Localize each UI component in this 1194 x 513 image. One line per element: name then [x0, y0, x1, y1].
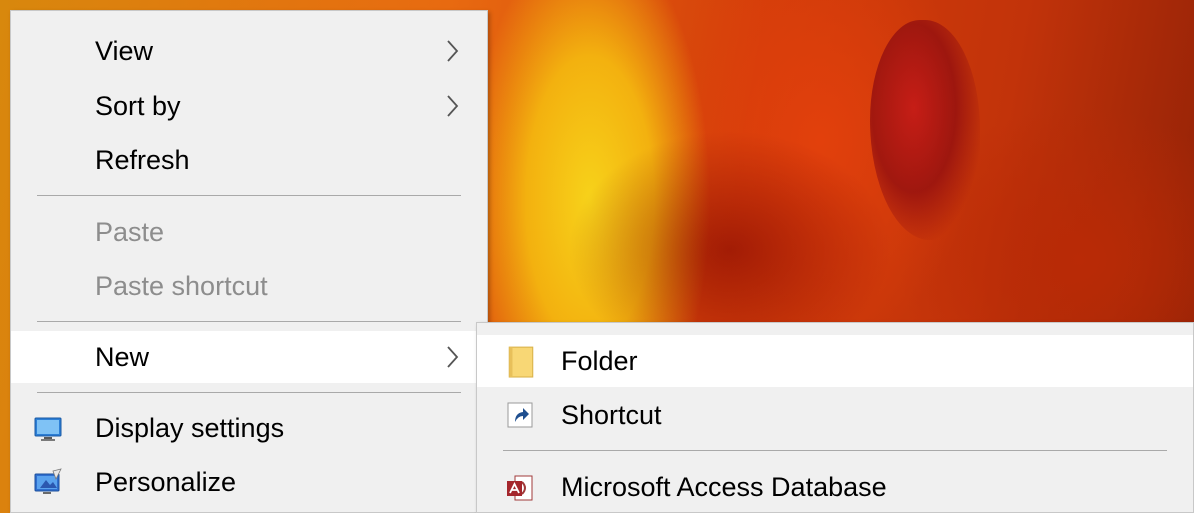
submenu-item-folder[interactable]: Folder [477, 335, 1193, 387]
shortcut-icon [507, 402, 533, 428]
submenu-item-shortcut[interactable]: Shortcut [477, 389, 1193, 441]
personalize-icon [34, 468, 62, 494]
menu-item-personalize[interactable]: Personalize [11, 456, 487, 508]
menu-item-display-settings[interactable]: Display settings [11, 402, 487, 454]
submenu-item-label: Shortcut [561, 400, 662, 430]
menu-item-label: Paste shortcut [95, 271, 268, 301]
new-submenu: Folder Shortcut Microsoft Access Databas… [476, 322, 1194, 513]
submenu-item-label: Microsoft Access Database [561, 472, 887, 502]
menu-item-label: Display settings [95, 413, 285, 443]
menu-item-new[interactable]: New [11, 331, 487, 383]
menu-item-sort-by[interactable]: Sort by [11, 80, 487, 132]
submenu-item-label: Folder [561, 346, 638, 376]
menu-item-view[interactable]: View [11, 25, 487, 77]
submenu-item-access-database[interactable]: Microsoft Access Database [477, 461, 1193, 513]
menu-item-label: New [95, 342, 150, 372]
menu-separator [37, 195, 461, 196]
display-icon [34, 417, 62, 441]
desktop-context-menu: View Sort by Refresh Paste Paste shortcu… [10, 10, 488, 513]
menu-item-label: Personalize [95, 467, 237, 497]
chevron-right-icon [447, 95, 459, 117]
chevron-right-icon [447, 40, 459, 62]
access-icon [507, 475, 533, 501]
menu-item-label: Refresh [95, 145, 190, 175]
menu-separator [37, 392, 461, 393]
menu-item-paste[interactable]: Paste [11, 206, 487, 258]
menu-item-label: Paste [95, 217, 165, 247]
folder-icon [508, 346, 534, 378]
menu-item-paste-shortcut[interactable]: Paste shortcut [11, 260, 487, 312]
menu-item-refresh[interactable]: Refresh [11, 134, 487, 186]
menu-item-label: View [95, 36, 154, 66]
menu-item-label: Sort by [95, 91, 181, 121]
menu-separator [503, 450, 1167, 451]
chevron-right-icon [447, 346, 459, 368]
menu-separator [37, 321, 461, 322]
